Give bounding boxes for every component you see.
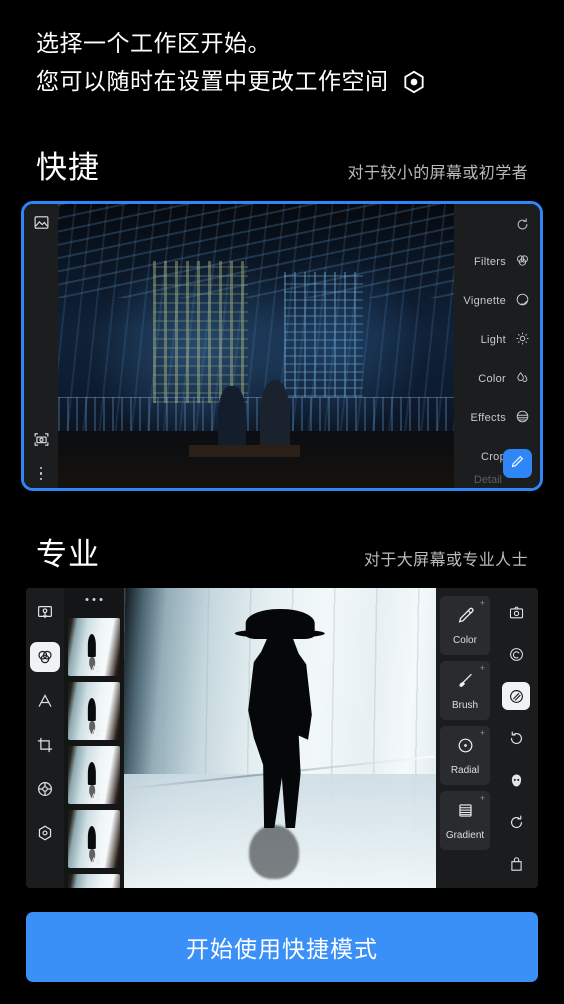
brush-icon [456, 671, 475, 695]
filters-icon[interactable] [30, 642, 60, 672]
pro-tool-gradient[interactable]: + Gradient [440, 791, 490, 850]
reload-icon[interactable] [515, 217, 530, 237]
header: 选择一个工作区开始。 您可以随时在设置中更改工作空间 [0, 0, 564, 100]
more-horizontal-icon[interactable] [85, 598, 103, 601]
pro-thumbnail-strip[interactable]: M1 M2 M3 M4 [64, 588, 124, 888]
text-icon[interactable] [30, 686, 60, 716]
pro-tool-brush-label: Brush [451, 699, 479, 711]
section-subtitle-quick: 对于较小的屏幕或初学者 [347, 165, 528, 182]
add-badge: + [479, 793, 485, 803]
gradient-icon [456, 801, 475, 825]
camera-frame-icon[interactable] [33, 431, 50, 453]
workspace-chooser-screen: 选择一个工作区开始。 您可以随时在设置中更改工作空间 快捷 对于较小的屏幕或初学… [0, 0, 564, 1004]
quick-tool-rail: Filters Vignette Light Color Effects Cro… [454, 204, 540, 488]
pro-preview-photo [124, 588, 436, 888]
image-icon[interactable] [33, 214, 50, 236]
hex-settings-icon[interactable] [401, 68, 427, 94]
pro-tool-radial-label: Radial [450, 764, 480, 776]
pro-tool-palette: + Color + Brush + Radial + Gradient [436, 588, 494, 888]
quick-preview-photo [58, 204, 454, 488]
add-badge: + [479, 663, 485, 673]
start-quick-mode-label: 开始使用快捷模式 [186, 936, 378, 962]
thumbnail-label: M4 [87, 856, 101, 866]
quick-tool-light-label: Light [480, 333, 506, 346]
quick-tool-color-label: Color [478, 372, 506, 385]
section-header-pro: 专业 对于大屏幕或专业人士 [0, 529, 564, 574]
pencil-icon [510, 454, 525, 474]
start-quick-mode-button[interactable]: 开始使用快捷模式 [26, 912, 538, 982]
rotate-icon[interactable] [502, 724, 530, 752]
portrait-icon[interactable] [502, 766, 530, 794]
add-badge: + [479, 598, 485, 608]
quick-tool-filters-label: Filters [473, 255, 506, 268]
pro-tool-color-label: Color [453, 634, 477, 646]
thumbnail-label: M2 [87, 728, 101, 738]
thumbnail-item[interactable]: M3 [68, 746, 120, 804]
quick-left-rail [24, 204, 58, 488]
eyedropper-icon [456, 606, 475, 630]
more-vertical-icon[interactable] [39, 466, 43, 480]
quick-tool-vignette-label: Vignette [463, 294, 506, 307]
bag-icon[interactable] [502, 850, 530, 878]
workspace-card-quick[interactable]: Filters Vignette Light Color Effects Cro… [21, 201, 543, 491]
light-icon [515, 331, 530, 349]
pro-tool-gradient-label: Gradient [445, 829, 485, 841]
section-title-pro: 专业 [36, 537, 100, 572]
thumbnail-item[interactable]: M1 [68, 618, 120, 676]
pro-left-rail [26, 588, 64, 888]
quick-tool-effects-label: Effects [470, 411, 506, 424]
thumbnail-label: M1 [87, 664, 101, 674]
pro-right-rail [494, 588, 538, 888]
header-title: 选择一个工作区开始。 [36, 30, 271, 56]
header-line-2: 您可以随时在设置中更改工作空间 [36, 62, 564, 100]
section-subtitle-pro: 对于大屏幕或专业人士 [363, 552, 528, 569]
camera-icon[interactable] [502, 598, 530, 626]
filters-icon [515, 253, 530, 271]
settings-hex-icon[interactable] [30, 818, 60, 848]
pro-tool-brush[interactable]: + Brush [440, 661, 490, 720]
quick-tool-vignette[interactable]: Vignette [454, 281, 530, 320]
quick-tool-effects[interactable]: Effects [454, 398, 530, 437]
quick-edit-fab[interactable] [503, 449, 532, 478]
thumbnail-item[interactable] [68, 874, 120, 888]
import-icon[interactable] [30, 598, 60, 628]
swirl-icon[interactable] [502, 640, 530, 668]
workspace-card-pro[interactable]: M1 M2 M3 M4 + Color + Brush + Radial + G… [26, 588, 538, 888]
section-header-quick: 快捷 对于较小的屏幕或初学者 [0, 142, 564, 187]
undo-icon[interactable] [502, 808, 530, 836]
quick-tool-filters[interactable]: Filters [454, 242, 530, 281]
header-subtitle: 您可以随时在设置中更改工作空间 [36, 68, 389, 94]
header-line-1: 选择一个工作区开始。 [36, 24, 564, 62]
radial-icon [456, 736, 475, 760]
pro-tool-radial[interactable]: + Radial [440, 726, 490, 785]
add-badge: + [479, 728, 485, 738]
section-title-quick: 快捷 [36, 150, 100, 185]
vignette-icon [515, 292, 530, 310]
pro-tool-color[interactable]: + Color [440, 596, 490, 655]
crop-icon[interactable] [30, 730, 60, 760]
quick-tool-detail-label[interactable]: Detail [474, 474, 502, 486]
quick-tool-color[interactable]: Color [454, 359, 530, 398]
thumbnail-label: M3 [87, 792, 101, 802]
quick-tool-light[interactable]: Light [454, 320, 530, 359]
thumbnail-item[interactable]: M2 [68, 682, 120, 740]
heal-icon[interactable] [30, 774, 60, 804]
lasso-icon[interactable] [502, 682, 530, 710]
thumbnail-item[interactable]: M4 [68, 810, 120, 868]
effects-icon [515, 409, 530, 427]
color-drop-icon [515, 370, 530, 388]
